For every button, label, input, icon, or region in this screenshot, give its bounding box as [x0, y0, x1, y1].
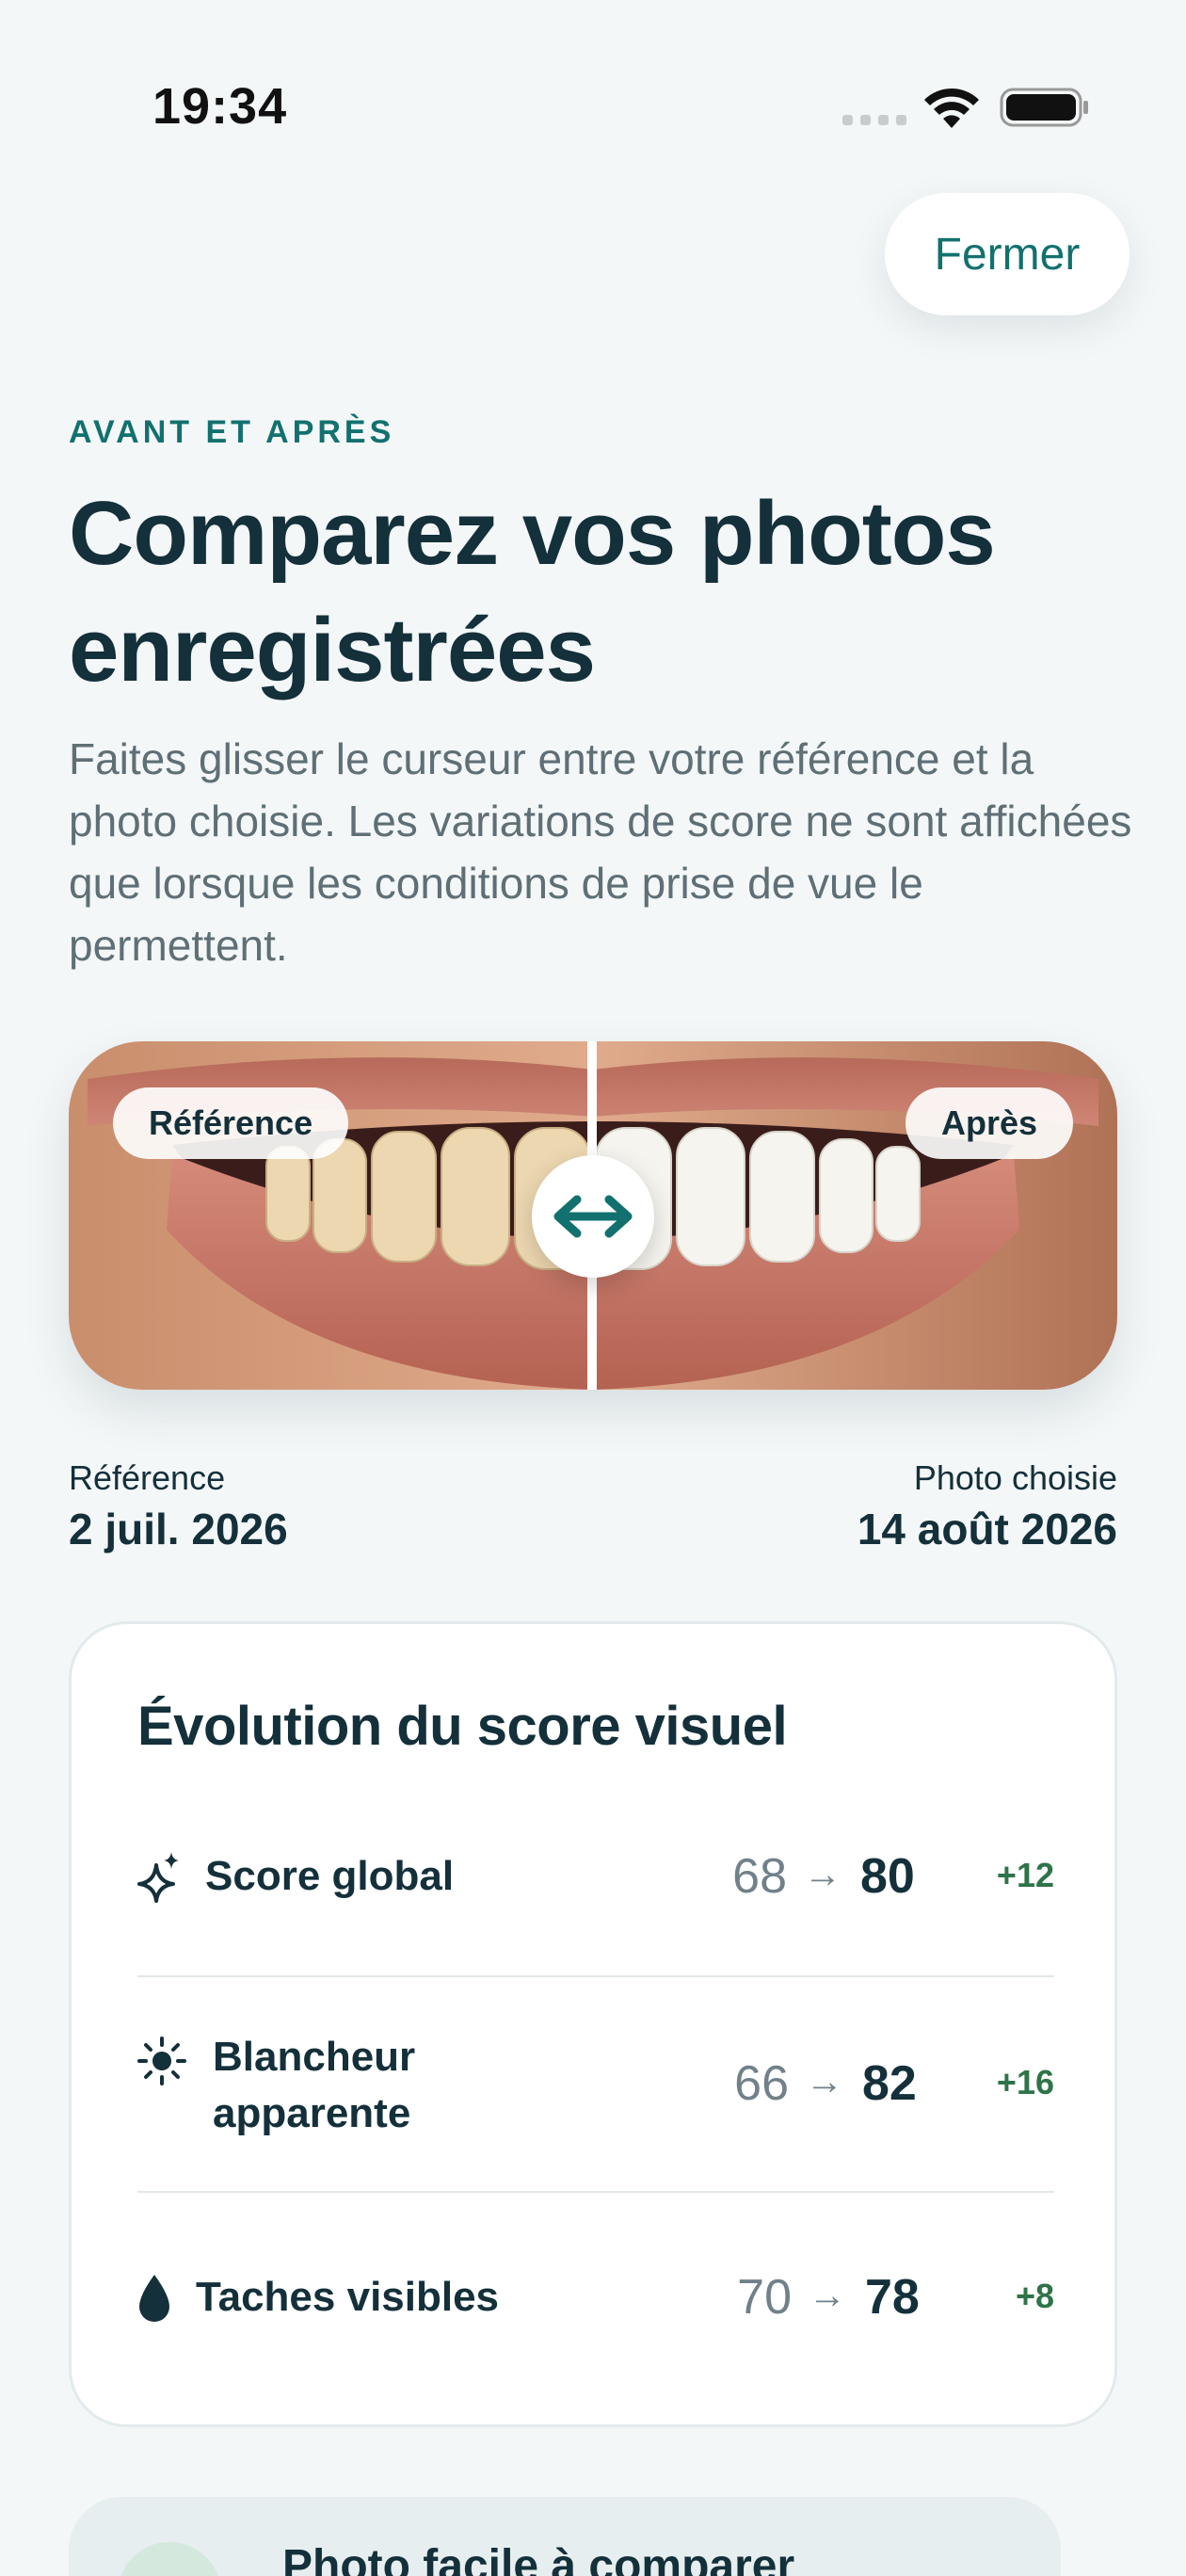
score-before: 70 [737, 2270, 792, 2325]
reference-tag: Référence [113, 1087, 349, 1159]
score-evolution-card: Évolution du score visuel Score global 6… [69, 1621, 1117, 2427]
left-right-arrow-icon [553, 1195, 633, 1238]
score-row-label: Blancheur apparente [213, 2034, 416, 2136]
score-row-stains: Taches visibles 70 → 78 +8 [137, 2269, 1054, 2354]
section-eyebrow: AVANT ET APRÈS [69, 414, 395, 450]
status-time: 19:34 [152, 78, 288, 135]
score-delta: +8 [1015, 2277, 1054, 2315]
reference-date-block: Référence 2 juil. 2026 [69, 1457, 288, 1559]
sparkle-icon [137, 1852, 179, 1903]
score-delta: +16 [996, 2063, 1054, 2101]
reference-date-value: 2 juil. 2026 [69, 1505, 288, 1554]
score-after: 78 [865, 2270, 920, 2325]
arrow-right-icon: → [806, 2061, 843, 2102]
chosen-date-value: 14 août 2026 [857, 1505, 1117, 1554]
score-before: 66 [734, 2056, 789, 2111]
reference-date-label: Référence [69, 1458, 226, 1497]
arrow-right-icon: → [804, 1854, 841, 1895]
score-before: 68 [732, 1849, 787, 1904]
after-tag: Après [905, 1087, 1073, 1159]
score-after: 82 [862, 2056, 917, 2111]
status-bar: 19:34 [0, 0, 1186, 217]
page-subtitle: Faites glisser le curseur entre votre ré… [69, 734, 1132, 970]
arrow-right-icon: → [809, 2275, 846, 2316]
close-button[interactable]: Fermer [885, 193, 1130, 315]
score-row-label: Score global [205, 1853, 455, 1899]
tip-title: Photo facile à comparer [282, 2541, 795, 2576]
wifi-icon [924, 88, 979, 128]
divider [137, 2191, 1054, 2193]
battery-icon [1000, 88, 1088, 127]
score-row-label: Taches visibles [196, 2274, 500, 2320]
chosen-date-block: Photo choisie 14 août 2026 [857, 1457, 1117, 1559]
page-title: Comparez vos photos enregistrées [69, 483, 996, 700]
sun-icon [137, 2037, 186, 2085]
slider-handle[interactable] [532, 1155, 654, 1278]
score-after: 80 [860, 1849, 915, 1904]
drop-icon [139, 2275, 169, 2322]
score-delta: +12 [996, 1856, 1054, 1894]
chosen-date-label: Photo choisie [913, 1458, 1117, 1497]
cellular-signal-icon [842, 115, 906, 125]
divider [137, 1975, 1054, 1977]
card-title: Évolution du score visuel [137, 1696, 788, 1757]
score-row-global: Score global 68 → 80 +12 [137, 1839, 1054, 1942]
score-row-whiteness: Blancheur apparente 66 → 82 +16 [137, 2029, 1054, 2170]
